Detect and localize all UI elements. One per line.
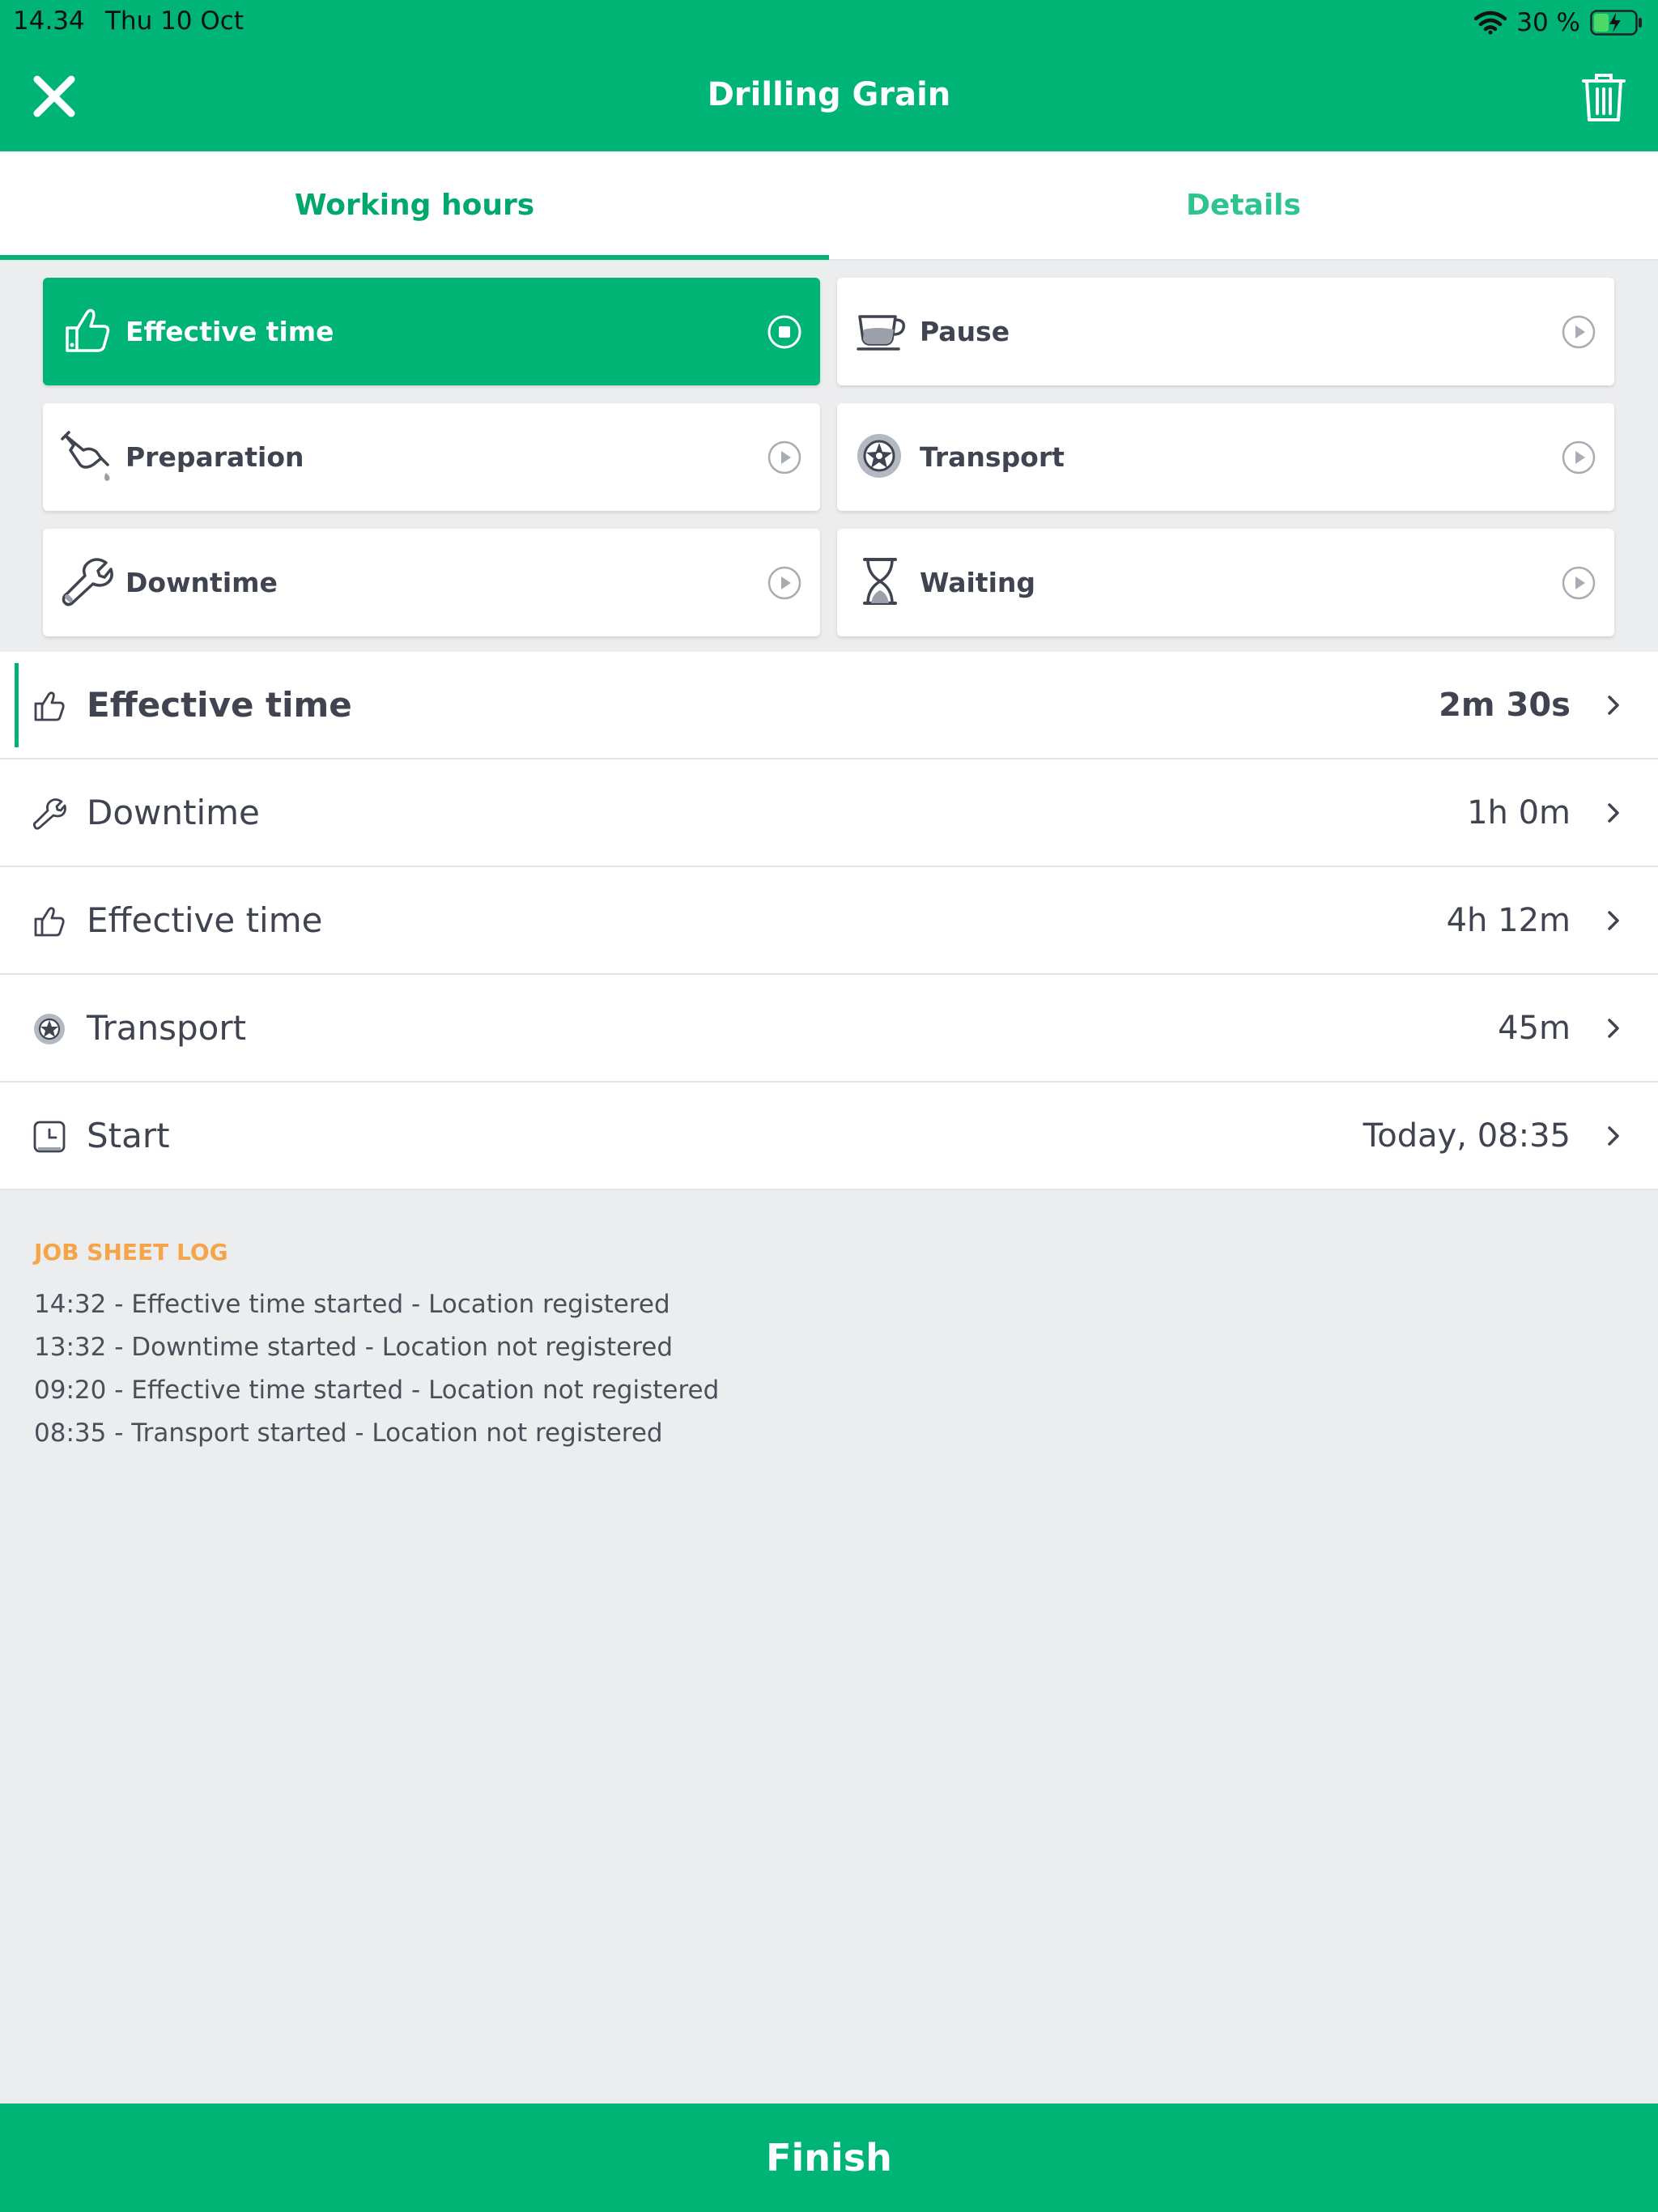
entry-value: 1h 0m xyxy=(1467,793,1571,832)
play-icon[interactable] xyxy=(1561,565,1596,601)
time-entry-list: Effective time 2m 30s Downtime 1h 0m Eff… xyxy=(0,652,1658,1190)
entry-value: 4h 12m xyxy=(1446,901,1571,939)
active-tab-indicator xyxy=(0,255,829,260)
log-title: JOB SHEET LOG xyxy=(34,1239,228,1266)
trash-icon xyxy=(1582,74,1626,121)
status-bar: 14.34 Thu 10 Oct 30 % xyxy=(0,0,1658,45)
tab-bar: Working hours Details xyxy=(0,151,1658,261)
wifi-icon xyxy=(1474,11,1507,35)
entry-label: Start xyxy=(87,1116,170,1155)
activity-label: Transport xyxy=(920,441,1065,473)
clock-icon xyxy=(33,1121,66,1153)
chevron-right-icon xyxy=(1608,911,1619,930)
activity-pause[interactable]: Pause xyxy=(837,278,1614,385)
activity-label: Effective time xyxy=(125,316,334,347)
oil-can-icon xyxy=(61,431,110,481)
activity-preparation[interactable]: Preparation xyxy=(43,403,820,511)
page: 14.34 Thu 10 Oct 30 % Drilling Grain Wor… xyxy=(0,0,1658,2212)
status-date: Thu 10 Oct xyxy=(105,6,244,36)
battery-icon xyxy=(1590,10,1643,36)
top-bar: 14.34 Thu 10 Oct 30 % Drilling Grain xyxy=(0,0,1658,151)
thumbs-up-icon xyxy=(34,907,65,937)
wheel-icon xyxy=(857,434,901,478)
delete-button[interactable] xyxy=(1579,71,1629,125)
time-entry-row[interactable]: Effective time 2m 30s xyxy=(0,652,1658,759)
thumbs-up-icon xyxy=(66,308,110,352)
chevron-right-icon xyxy=(1608,803,1619,823)
log-line: 13:32 - Downtime started - Location not … xyxy=(34,1333,674,1362)
page-title: Drilling Grain xyxy=(707,76,951,113)
job-sheet-log: JOB SHEET LOG 14:32 - Effective time sta… xyxy=(34,1239,1572,1455)
tab-working-hours[interactable]: Working hours xyxy=(0,151,829,259)
time-entry-row[interactable]: Effective time 4h 12m xyxy=(0,867,1658,975)
coffee-cup-icon xyxy=(857,315,906,351)
activity-label: Waiting xyxy=(920,567,1036,598)
entry-value: 2m 30s xyxy=(1439,686,1571,724)
activity-label: Downtime xyxy=(125,567,278,598)
entry-label: Downtime xyxy=(87,793,260,832)
entry-label: Effective time xyxy=(87,685,352,725)
status-time: 14.34 xyxy=(13,6,85,36)
activity-effective-time[interactable]: Effective time xyxy=(43,278,820,385)
chevron-right-icon xyxy=(1608,1126,1619,1146)
entry-label: Transport xyxy=(87,1008,247,1048)
thumbs-up-icon xyxy=(34,691,65,721)
chevron-right-icon xyxy=(1608,696,1619,715)
activity-waiting[interactable]: Waiting xyxy=(837,529,1614,636)
activity-downtime[interactable]: Downtime xyxy=(43,529,820,636)
wheel-icon xyxy=(34,1014,65,1044)
hourglass-icon xyxy=(863,558,897,605)
battery-percent: 30 % xyxy=(1516,8,1580,37)
finish-button[interactable]: Finish xyxy=(0,2104,1658,2212)
activity-transport[interactable]: Transport xyxy=(837,403,1614,511)
wrench-icon xyxy=(62,558,113,606)
activity-grid: Effective time Pause Preparation Transpo… xyxy=(0,261,1658,652)
tab-details[interactable]: Details xyxy=(829,151,1658,259)
entry-value: Today, 08:35 xyxy=(1363,1117,1571,1155)
status-right: 30 % xyxy=(1474,6,1643,39)
stop-icon[interactable] xyxy=(767,314,802,350)
entry-value: 45m xyxy=(1498,1009,1571,1047)
time-entry-row[interactable]: Downtime 1h 0m xyxy=(0,759,1658,867)
activity-label: Pause xyxy=(920,316,1010,347)
entry-label: Effective time xyxy=(87,900,323,940)
time-entry-row[interactable]: Transport 45m xyxy=(0,975,1658,1083)
play-icon[interactable] xyxy=(1561,314,1596,350)
chevron-right-icon xyxy=(1608,1019,1619,1038)
wrench-icon xyxy=(32,798,66,830)
current-entry-indicator xyxy=(15,663,19,747)
play-icon[interactable] xyxy=(767,565,802,601)
time-entry-row[interactable]: Start Today, 08:35 xyxy=(0,1083,1658,1190)
play-icon[interactable] xyxy=(1561,440,1596,475)
log-line: 14:32 - Effective time started - Locatio… xyxy=(34,1290,670,1319)
play-icon[interactable] xyxy=(767,440,802,475)
log-line: 09:20 - Effective time started - Locatio… xyxy=(34,1376,720,1405)
activity-label: Preparation xyxy=(125,441,304,473)
log-line: 08:35 - Transport started - Location not… xyxy=(34,1419,663,1448)
